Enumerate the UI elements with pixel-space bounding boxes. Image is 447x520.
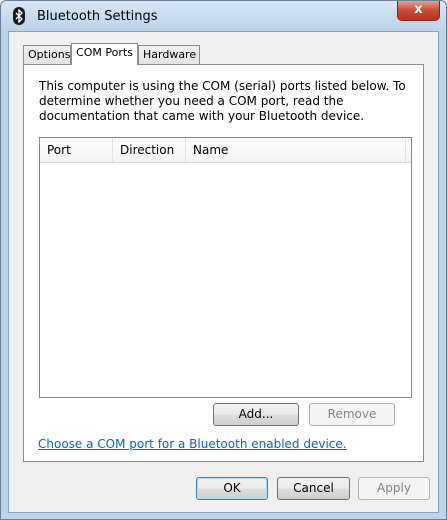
tab-options[interactable]: Options xyxy=(23,45,71,64)
title-bar[interactable]: Bluetooth Settings x xyxy=(1,1,446,31)
close-icon: x xyxy=(414,2,423,17)
window-title: Bluetooth Settings xyxy=(37,9,158,24)
apply-button[interactable]: Apply xyxy=(358,477,430,500)
tab-hardware[interactable]: Hardware xyxy=(138,45,200,64)
dialog-client-area: Options COM Ports Hardware This computer… xyxy=(8,31,439,513)
close-button[interactable]: x xyxy=(397,1,440,21)
choose-com-port-link[interactable]: Choose a COM port for a Bluetooth enable… xyxy=(38,437,347,451)
column-header-name[interactable]: Name xyxy=(186,138,406,162)
column-header-direction[interactable]: Direction xyxy=(113,138,186,162)
com-ports-panel: This computer is using the COM (serial) … xyxy=(23,64,424,462)
add-button[interactable]: Add... xyxy=(213,403,299,426)
ok-button[interactable]: OK xyxy=(196,477,268,500)
bluetooth-settings-window: Bluetooth Settings x Options COM Ports H… xyxy=(0,0,447,520)
list-header: Port Direction Name xyxy=(40,138,411,163)
tab-com-ports[interactable]: COM Ports xyxy=(71,43,138,65)
com-ports-description: This computer is using the COM (serial) … xyxy=(39,79,406,123)
com-ports-list[interactable]: Port Direction Name xyxy=(39,137,412,398)
column-header-port[interactable]: Port xyxy=(40,138,113,162)
remove-button[interactable]: Remove xyxy=(309,403,395,426)
cancel-button[interactable]: Cancel xyxy=(277,477,350,500)
bluetooth-icon xyxy=(13,7,25,25)
